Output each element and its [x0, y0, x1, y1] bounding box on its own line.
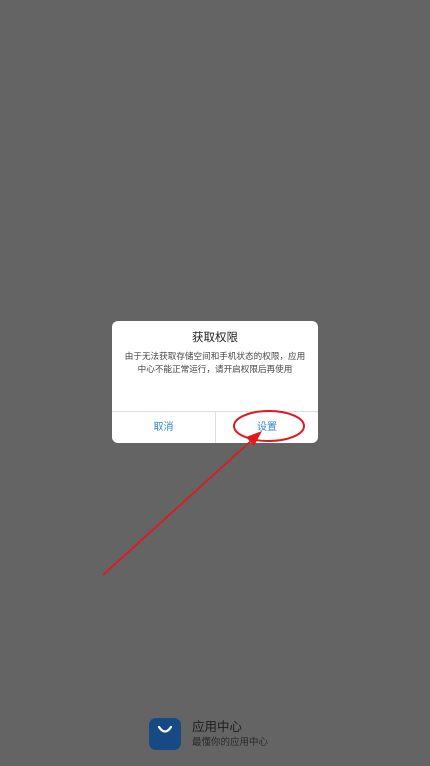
pointer-arrow-line [102, 439, 253, 576]
settings-button[interactable]: 设置 [216, 412, 318, 443]
dialog-title: 获取权限 [192, 330, 238, 344]
app-name: 应用中心 [192, 719, 243, 734]
app-branding: 应用中心 最懂你的应用中心 [149, 717, 309, 751]
cancel-button[interactable]: 取消 [112, 412, 215, 443]
app-slogan: 最懂你的应用中心 [192, 737, 269, 748]
app-logo-icon [149, 718, 181, 750]
dialog-message: 由于无法获取存储空间和手机状态的权限，应用中心不能正常运行，请开启权限后再使用 [124, 352, 306, 375]
permission-dialog: 获取权限 由于无法获取存储空间和手机状态的权限，应用中心不能正常运行，请开启权限… [112, 321, 318, 443]
